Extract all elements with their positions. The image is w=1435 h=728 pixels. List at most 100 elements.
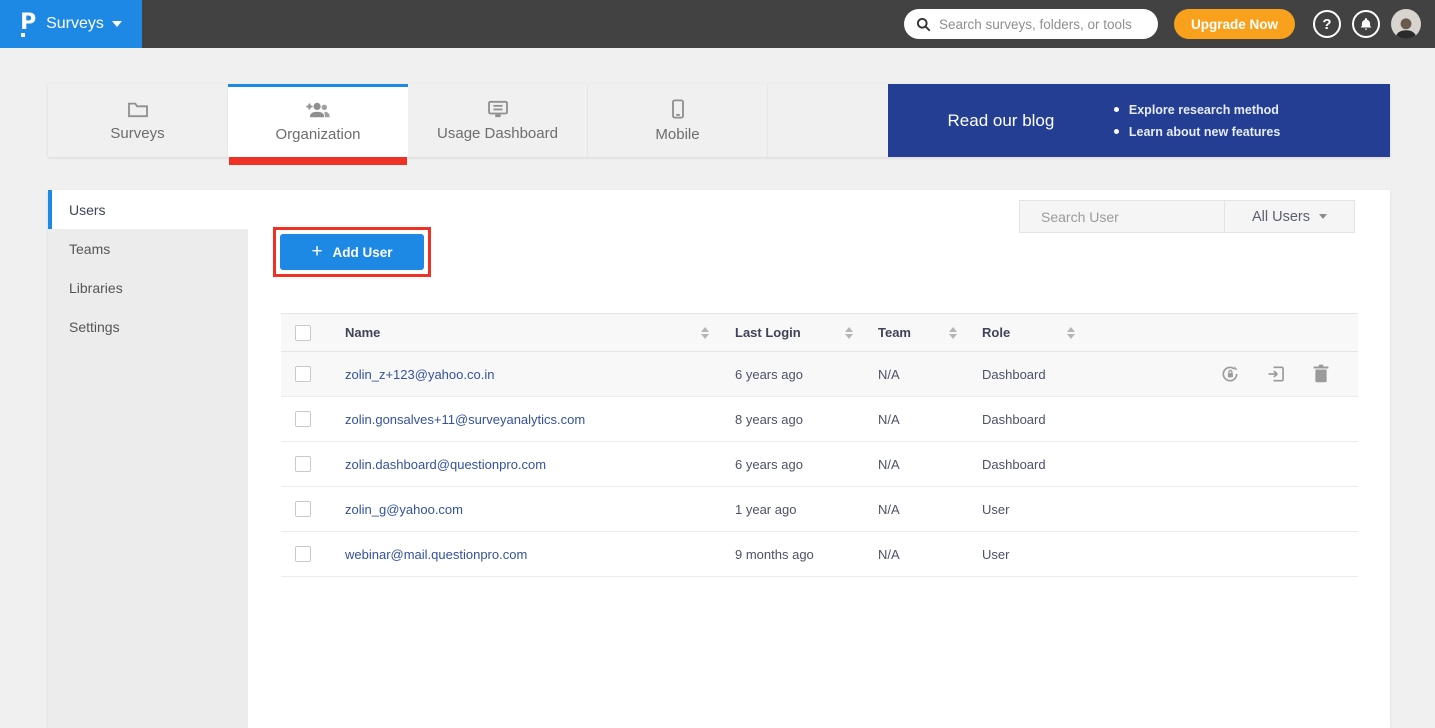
sidebar-item-libraries[interactable]: Libraries xyxy=(48,268,248,307)
role-cell: User xyxy=(982,502,1009,517)
questionpro-logo-icon: P xyxy=(20,12,38,36)
bullet-text: Learn about new features xyxy=(1129,121,1280,143)
global-search xyxy=(904,9,1158,39)
sidebar-item-label: Libraries xyxy=(69,280,123,296)
add-user-label: Add User xyxy=(333,245,393,260)
organization-tab-highlight-annotation xyxy=(229,157,407,165)
search-user-input[interactable] xyxy=(1041,209,1222,225)
select-all-checkbox[interactable] xyxy=(295,325,311,341)
tab-mobile[interactable]: Mobile xyxy=(588,84,768,157)
reset-password-icon[interactable] xyxy=(1220,364,1240,384)
upgrade-now-button[interactable]: Upgrade Now xyxy=(1174,9,1295,39)
user-email-link[interactable]: zolin_z+123@yahoo.co.in xyxy=(345,367,494,382)
table-row: zolin.dashboard@questionpro.com 6 years … xyxy=(281,442,1358,487)
filter-label: All Users xyxy=(1252,209,1310,225)
table-row: zolin.gonsalves+11@surveyanalytics.com 8… xyxy=(281,397,1358,442)
sidebar-item-label: Teams xyxy=(69,241,110,257)
user-email-link[interactable]: zolin_g@yahoo.com xyxy=(345,502,463,517)
sidebar-item-teams[interactable]: Teams xyxy=(48,229,248,268)
user-search xyxy=(1020,201,1224,232)
chevron-down-icon xyxy=(112,21,122,27)
add-people-icon xyxy=(305,101,331,119)
tab-label: Surveys xyxy=(110,125,164,142)
role-cell: Dashboard xyxy=(982,412,1046,427)
sort-team-button[interactable] xyxy=(949,327,957,339)
row-checkbox[interactable] xyxy=(295,366,311,382)
banner-bullet: Learn about new features xyxy=(1114,121,1360,143)
delete-user-icon[interactable] xyxy=(1312,364,1330,384)
bullet-text: Explore research method xyxy=(1129,99,1279,121)
folder-icon xyxy=(127,100,149,118)
table-row: zolin_g@yahoo.com 1 year ago N/A User xyxy=(281,487,1358,532)
user-email-link[interactable]: zolin.gonsalves+11@surveyanalytics.com xyxy=(345,412,585,427)
sort-role-button[interactable] xyxy=(1067,327,1075,339)
product-switcher[interactable]: P Surveys xyxy=(0,0,142,48)
column-header-team: Team xyxy=(878,325,911,340)
tab-label: Mobile xyxy=(655,126,699,143)
row-checkbox[interactable] xyxy=(295,456,311,472)
sort-name-button[interactable] xyxy=(701,327,709,339)
bullet-dot xyxy=(1114,107,1119,112)
role-cell: User xyxy=(982,547,1009,562)
tab-label: Usage Dashboard xyxy=(437,125,558,142)
top-bar: P Surveys Upgrade Now ? xyxy=(0,0,1435,48)
team-cell: N/A xyxy=(878,547,900,562)
user-email-link[interactable]: zolin.dashboard@questionpro.com xyxy=(345,457,546,472)
sidebar-item-users[interactable]: Users xyxy=(48,190,248,229)
team-cell: N/A xyxy=(878,502,900,517)
table-header-row: Name Last Login Team Role xyxy=(281,313,1358,352)
notifications-button[interactable] xyxy=(1352,10,1380,38)
column-header-last-login: Last Login xyxy=(735,325,801,340)
bullet-dot xyxy=(1114,129,1119,134)
search-icon xyxy=(916,17,931,32)
table-row: zolin_z+123@yahoo.co.in 6 years ago N/A … xyxy=(281,352,1358,397)
banner-bullet-list: Explore research method Learn about new … xyxy=(1114,99,1390,143)
row-checkbox[interactable] xyxy=(295,546,311,562)
row-checkbox[interactable] xyxy=(295,501,311,517)
global-search-input[interactable] xyxy=(939,17,1146,32)
row-checkbox[interactable] xyxy=(295,411,311,427)
last-login-cell: 9 months ago xyxy=(735,547,814,562)
add-user-button[interactable]: + Add User xyxy=(280,234,424,270)
section-tabs: Surveys Organization Usage Dashboard Mob… xyxy=(48,84,1390,157)
product-label: Surveys xyxy=(46,15,104,33)
chevron-down-icon xyxy=(1319,214,1327,219)
sidebar-item-label: Users xyxy=(69,202,106,218)
column-header-role: Role xyxy=(982,325,1010,340)
login-as-user-icon[interactable] xyxy=(1266,364,1286,384)
role-cell: Dashboard xyxy=(982,457,1046,472)
tab-label: Organization xyxy=(275,126,360,143)
blog-banner: Read our blog Explore research method Le… xyxy=(888,84,1390,157)
sort-last-login-button[interactable] xyxy=(845,327,853,339)
last-login-cell: 8 years ago xyxy=(735,412,803,427)
banner-bullet: Explore research method xyxy=(1114,99,1360,121)
user-filter-dropdown[interactable]: All Users xyxy=(1224,201,1354,232)
role-cell: Dashboard xyxy=(982,367,1046,382)
dashboard-icon xyxy=(487,100,509,118)
tab-surveys[interactable]: Surveys xyxy=(48,84,228,157)
help-button[interactable]: ? xyxy=(1313,10,1341,38)
bell-icon xyxy=(1359,17,1373,31)
table-row: webinar@mail.questionpro.com 9 months ag… xyxy=(281,532,1358,577)
organization-panel: Users Teams Libraries Settings All Users… xyxy=(48,190,1390,728)
sidebar-item-label: Settings xyxy=(69,319,120,335)
team-cell: N/A xyxy=(878,367,900,382)
last-login-cell: 1 year ago xyxy=(735,502,796,517)
add-user-highlight-annotation: + Add User xyxy=(273,227,431,277)
plus-icon: + xyxy=(311,244,322,260)
tab-usage-dashboard[interactable]: Usage Dashboard xyxy=(408,84,588,157)
team-cell: N/A xyxy=(878,457,900,472)
read-our-blog-link[interactable]: Read our blog xyxy=(888,111,1114,131)
user-avatar[interactable] xyxy=(1391,9,1421,39)
person-photo xyxy=(1393,15,1419,39)
users-table: Name Last Login Team Role zolin_z+123@ya… xyxy=(281,313,1358,577)
organization-sidebar: Users Teams Libraries Settings xyxy=(48,190,248,728)
tab-organization[interactable]: Organization xyxy=(228,84,408,157)
last-login-cell: 6 years ago xyxy=(735,367,803,382)
mobile-icon xyxy=(671,99,685,119)
user-email-link[interactable]: webinar@mail.questionpro.com xyxy=(345,547,527,562)
last-login-cell: 6 years ago xyxy=(735,457,803,472)
sidebar-item-settings[interactable]: Settings xyxy=(48,307,248,346)
user-tools: All Users xyxy=(1019,200,1355,233)
team-cell: N/A xyxy=(878,412,900,427)
